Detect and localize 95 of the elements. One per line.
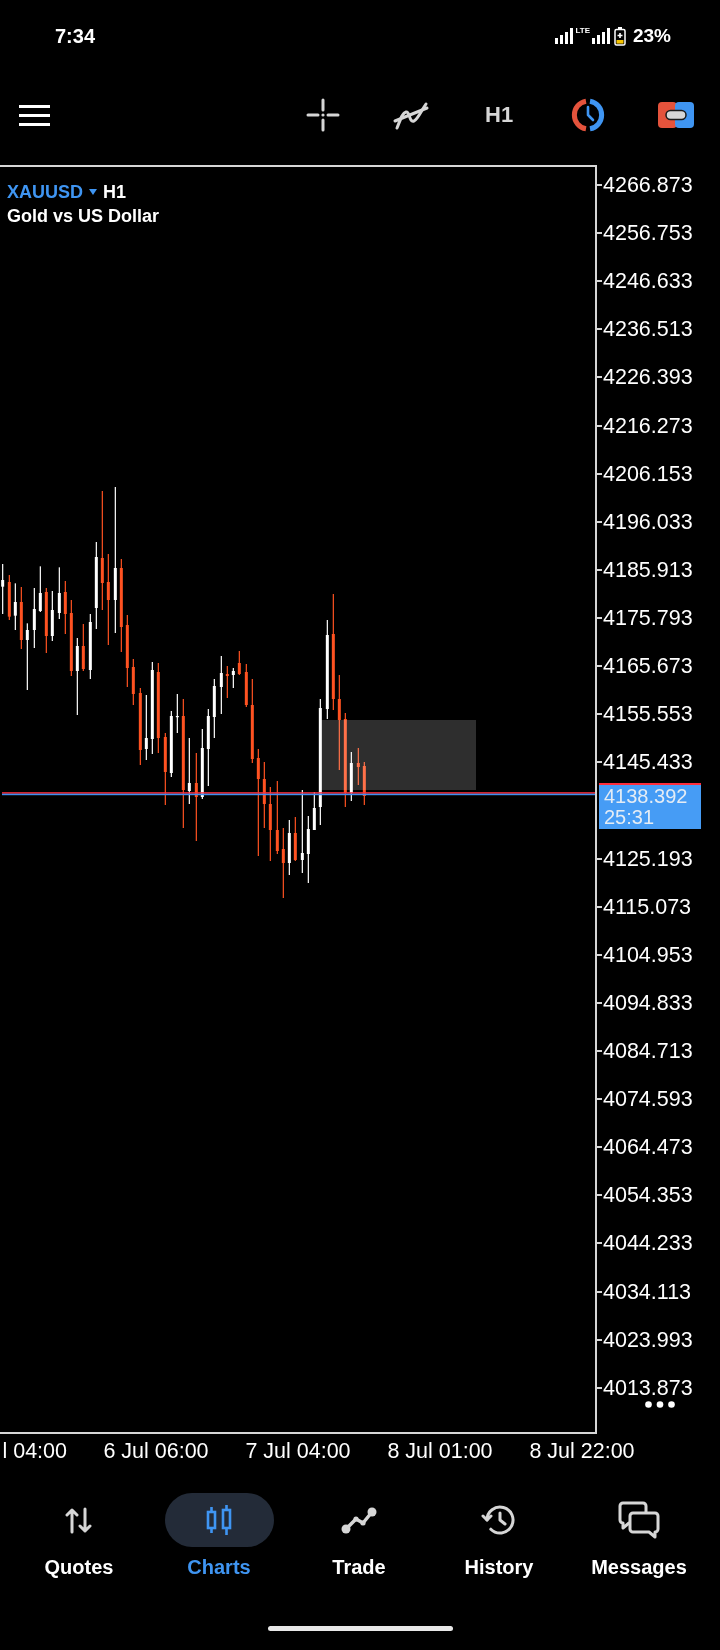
price-label: 4074.593	[603, 1086, 693, 1113]
price-label: 4175.793	[603, 605, 693, 632]
price-label: 4165.673	[603, 653, 693, 680]
candle	[349, 752, 353, 801]
signal-icon	[591, 28, 610, 44]
clock-icon[interactable]	[570, 97, 607, 133]
candle	[19, 587, 23, 649]
price-label: 4145.433	[603, 749, 693, 776]
candle	[63, 581, 67, 634]
candle	[7, 575, 11, 620]
toggle-icon[interactable]	[658, 102, 695, 128]
candle	[312, 792, 316, 830]
candle	[200, 729, 204, 799]
price-label: 4256.753	[603, 220, 693, 247]
line-chart-icon	[341, 1506, 377, 1534]
price-label: 4064.473	[603, 1134, 693, 1161]
price-label: 4054.353	[603, 1182, 693, 1209]
candle	[81, 624, 85, 671]
price-label: 4104.953	[603, 941, 693, 968]
candle	[163, 733, 167, 805]
candle-countdown: 25:31	[604, 807, 655, 829]
nav-tab[interactable]: Quotes	[9, 1493, 149, 1579]
candle	[187, 738, 191, 804]
timeframe-label: H1	[103, 181, 127, 204]
price-label: 4125.193	[603, 845, 693, 872]
price-label: 4115.073	[603, 893, 692, 920]
candle	[169, 711, 173, 777]
price-label: 4236.513	[603, 316, 693, 343]
price-label: 4226.393	[603, 364, 693, 391]
candle	[262, 762, 266, 828]
time-label: 8 Jul 22:00	[529, 1438, 635, 1464]
candle	[57, 567, 61, 619]
candle	[219, 656, 223, 714]
candle	[88, 614, 92, 679]
time-label: l 04:00	[2, 1438, 67, 1464]
battery-charging-icon	[613, 26, 626, 46]
crosshair-icon[interactable]	[306, 98, 340, 132]
current-price: 4138.392	[604, 786, 688, 808]
candle	[281, 828, 285, 898]
price-label: 4266.873	[603, 172, 693, 199]
candle	[131, 659, 135, 705]
candle	[1, 564, 5, 614]
battery-level: 23%	[632, 24, 671, 48]
time-label: 8 Jul 01:00	[387, 1438, 493, 1464]
chat-bubbles-icon	[618, 1501, 660, 1539]
price-label: 4023.993	[603, 1326, 693, 1353]
nav-tab[interactable]: History	[429, 1493, 569, 1579]
nav-tab[interactable]: Charts	[149, 1493, 289, 1579]
price-label: 4196.033	[603, 508, 693, 535]
candle	[44, 588, 48, 653]
candle	[175, 694, 179, 733]
candle	[13, 583, 17, 630]
time-label: 7 Jul 04:00	[245, 1438, 351, 1464]
candle	[237, 651, 241, 675]
candle	[212, 679, 216, 738]
price-label: 4216.273	[603, 412, 693, 439]
network-type: LTE	[575, 26, 590, 35]
candle	[293, 817, 297, 861]
candle	[25, 623, 29, 690]
history-icon	[481, 1502, 517, 1538]
price-label: 4155.553	[603, 701, 693, 728]
candle	[356, 748, 360, 785]
signal-icon	[555, 28, 574, 44]
status-time: 7:34	[55, 24, 96, 48]
price-label: 4094.833	[603, 989, 693, 1016]
price-label: 4044.233	[603, 1230, 693, 1257]
candlestick-icon	[205, 1504, 233, 1536]
candle	[144, 695, 148, 760]
candle	[32, 588, 36, 648]
caret-down-icon[interactable]	[89, 189, 97, 195]
nav-tab[interactable]: Trade	[289, 1493, 429, 1579]
time-label: 6 Jul 06:00	[103, 1438, 209, 1464]
candle	[231, 668, 235, 688]
candle	[287, 820, 291, 875]
symbol-description: Gold vs US Dollar	[7, 205, 160, 228]
candle	[244, 664, 248, 707]
timeframe-button[interactable]: H1	[485, 102, 514, 128]
price-label: 4206.153	[603, 460, 693, 487]
price-label: 4185.913	[603, 556, 693, 583]
candle	[50, 591, 54, 641]
nav-tab[interactable]: Messages	[569, 1493, 709, 1579]
candle	[362, 762, 366, 805]
up-down-arrows-icon	[65, 1506, 93, 1534]
price-label: 4246.633	[603, 268, 693, 295]
candle	[306, 816, 310, 883]
menu-icon[interactable]	[19, 104, 50, 126]
price-label: 4084.713	[603, 1038, 693, 1064]
shaded-zone[interactable]	[319, 720, 476, 790]
price-label: 4013.873	[603, 1374, 693, 1401]
symbol-name[interactable]: XAUUSD	[7, 180, 83, 204]
more-icon[interactable]	[645, 1401, 675, 1408]
candle	[225, 666, 229, 698]
candle	[38, 566, 42, 612]
candle	[125, 615, 129, 687]
price-label: 4034.113	[603, 1278, 692, 1305]
